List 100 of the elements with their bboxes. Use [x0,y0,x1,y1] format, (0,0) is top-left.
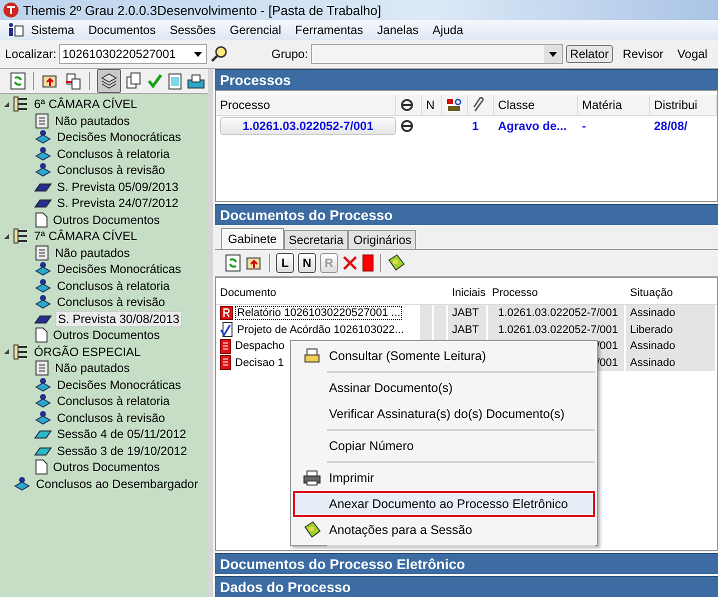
role-button[interactable]: Relator [566,45,613,63]
tree-item[interactable]: S. Prevista 05/09/2013 [55,180,180,194]
document-name[interactable]: Relatório 10261030220527001 ... [236,307,402,320]
menu-item[interactable]: Verificar Assinatura(s) do(s) Documento(s) [293,401,595,427]
tree-item[interactable]: S. Prevista 30/08/2013 [55,310,182,327]
tree-item[interactable]: ÓRGÃO ESPECIAL [32,344,143,359]
document-icon [34,212,48,228]
filter-button[interactable]: L [276,253,294,273]
expand-toggle-icon[interactable] [3,100,10,108]
menu-item[interactable]: Documentos [81,23,163,37]
column-header[interactable]: Distribui [650,95,717,115]
menu-item[interactable]: Ajuda [426,23,470,37]
table-cell: 1.0261.03.022052-7/001 [488,322,626,338]
app-logo-icon [3,2,19,18]
column-header[interactable]: Documento [216,282,420,304]
document-name[interactable]: Decisao 1 [234,356,285,369]
menu-item[interactable]: Janelas [370,23,426,37]
stack-icon [34,294,52,310]
tree-item[interactable]: Não pautados [53,246,132,260]
refresh-icon[interactable] [225,254,241,272]
tree-item[interactable]: Sessão 3 de 19/10/2012 [55,444,190,458]
inbox-icon[interactable] [187,73,205,89]
menu-item[interactable]: Imprimir [293,465,595,491]
menu-item[interactable]: Copiar Número [293,433,595,459]
column-header[interactable]: Processo [488,282,626,304]
table-cell: Assinado [626,354,717,371]
menu-item[interactable]: Assinar Documento(s) [293,375,595,401]
organization-icon [13,344,29,360]
caret-icon[interactable] [194,52,202,56]
tree-item[interactable]: Não pautados [53,114,132,128]
column-header[interactable]: N [422,95,442,115]
tree-item[interactable]: Decisões Monocráticas [55,130,184,144]
refresh-icon[interactable] [10,72,26,90]
menu-item[interactable]: Anexar Documento ao Processo Eletrônico [293,491,595,517]
column-header[interactable]: Processo [216,95,396,115]
tree-item[interactable]: Conclusos à revisão [55,410,168,425]
search-field[interactable]: 10261030220527001 [59,44,208,64]
tree-item[interactable]: 7ª CÂMARA CÍVEL [32,229,140,244]
table-cell-text: Agravo de... [497,118,568,135]
process-number-button[interactable]: 1.0261.03.022052-7/001 [220,117,396,135]
role-button[interactable]: Vogal [673,45,712,63]
stack-icon [34,410,52,426]
tree-item[interactable]: Conclusos à relatoria [55,146,172,161]
paperclip-icon [472,97,486,113]
tab[interactable]: Gabinete [221,228,284,249]
document-icon[interactable] [362,254,374,272]
list-icon [34,360,50,376]
tree-item[interactable]: Conclusos à revisão [55,295,168,310]
report-document-icon [220,306,233,320]
table-cell-text: 28/08/ [653,118,688,135]
tab[interactable]: Originários [348,230,416,249]
tree-item[interactable]: Conclusos à relatoria [55,394,172,408]
tree-item[interactable]: Não pautados [53,361,132,376]
tree-item[interactable]: Sessão 4 de 05/11/2012 [55,427,188,442]
tree-item[interactable]: Outros Documentos [51,460,162,474]
column-header[interactable]: Classe [494,95,578,115]
expand-toggle-icon[interactable] [3,232,10,240]
tree-item[interactable]: Decisões Monocráticas [55,378,184,392]
tree-item[interactable]: Decisões Monocráticas [55,262,184,276]
app-menu-icon[interactable] [6,22,24,38]
copy-icon[interactable] [126,72,142,90]
tree-item[interactable]: Outros Documentos [51,212,162,227]
menu-item[interactable]: Anotações para a Sessão [293,517,595,543]
table-cell: Assinado [626,338,717,354]
expand-toggle-icon[interactable] [3,348,10,356]
menu-item[interactable]: Sessões [162,23,223,37]
tab[interactable]: Secretaria [284,230,348,249]
stack-icon [34,146,52,162]
panel-header[interactable]: Documentos do Processo Eletrônico [215,553,718,574]
menu-item[interactable]: Ferramentas [288,23,370,37]
checkmark-icon[interactable] [147,73,163,89]
column-header[interactable]: Iniciais [448,282,488,304]
stack-icon[interactable] [97,69,121,93]
signed-document-icon [220,322,233,338]
menu-item[interactable]: Gerencial [222,23,288,37]
panel-header[interactable]: Dados do Processo [215,576,718,597]
tree-item[interactable]: Outros Documentos [51,328,162,342]
menu-item[interactable]: Sistema [24,23,82,37]
column-header[interactable]: Matéria [578,95,650,115]
filter-button[interactable]: N [298,253,316,273]
caret-icon[interactable] [549,52,558,56]
document-name[interactable]: Projeto de Acórdão 1026103022... [236,324,405,336]
table-cell: Assinado [626,305,717,322]
tree-item[interactable]: Conclusos ao Desembargador [34,476,200,491]
tree-item[interactable]: 6ª CÂMARA CÍVEL [32,97,140,112]
organization-icon [13,228,29,244]
delete-icon[interactable] [342,255,358,271]
tree-item[interactable]: Conclusos à relatoria [55,278,172,293]
notepad-icon[interactable] [168,72,182,90]
document-transfer-icon[interactable] [64,72,82,90]
table-cell: JABT [448,305,488,322]
search-icon[interactable] [210,45,228,63]
document-name[interactable]: Despacho [234,340,286,352]
printer-icon [303,470,321,486]
note-icon[interactable] [387,254,405,272]
tree-item[interactable]: S. Prevista 24/07/2012 [55,196,180,210]
tree-item[interactable]: Conclusos à revisão [55,163,168,178]
role-button[interactable]: Revisor [618,45,668,63]
stack-icon [34,278,52,294]
column-header[interactable]: Situação [626,282,717,304]
